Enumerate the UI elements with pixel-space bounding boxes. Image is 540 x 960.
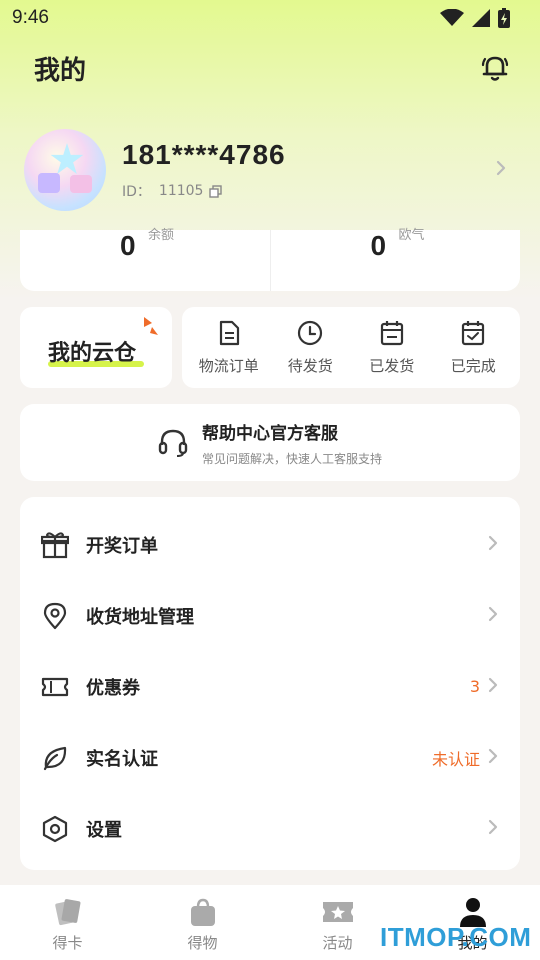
menu-item-address[interactable]: 收货地址管理 <box>20 580 520 651</box>
profile-info: 181****4786 ID： 11105 <box>122 139 496 201</box>
status-icons <box>440 8 510 28</box>
order-label: 物流订单 <box>198 357 259 375</box>
chevron-right-icon <box>488 535 498 555</box>
order-logistics[interactable]: 物流订单 <box>190 319 268 376</box>
luck-stat[interactable]: 0 欧气 <box>269 228 521 291</box>
status-bar: 9:46 <box>0 0 540 36</box>
page-title: 我的 <box>34 55 87 86</box>
user-id-value: 11105 <box>158 183 204 199</box>
order-completed[interactable]: 已完成 <box>434 319 512 376</box>
bag-icon <box>189 896 217 928</box>
menu-item-settings[interactable]: 设置 <box>20 793 520 864</box>
help-title: 帮助中心官方客服 <box>201 423 338 444</box>
orders-card: 物流订单 待发货 已发货 已完成 <box>182 307 520 388</box>
flag-icon <box>142 317 160 341</box>
document-icon <box>218 319 240 347</box>
clock-icon <box>297 319 323 347</box>
luck-label: 欧气 <box>398 228 425 243</box>
calendar-icon <box>380 319 404 347</box>
signal-icon <box>472 9 490 27</box>
header: 我的 <box>0 46 540 90</box>
chevron-right-icon <box>488 819 498 839</box>
luck-value: 0 <box>370 230 387 261</box>
user-phone: 181****4786 <box>122 139 286 170</box>
leaf-icon <box>40 743 70 773</box>
menu-item-prize-orders[interactable]: 开奖订单 <box>20 509 520 580</box>
bell-icon[interactable] <box>480 53 510 83</box>
menu-item-coupons[interactable]: 优惠券 3 <box>20 651 520 722</box>
balance-label: 余额 <box>148 228 175 243</box>
avatar-decoration <box>70 175 92 193</box>
chevron-right-icon <box>488 606 498 626</box>
nav-tab-goods[interactable]: 得物 <box>135 885 270 960</box>
menu-item-label: 设置 <box>86 819 122 841</box>
cloud-warehouse-title: 我的云仓 <box>48 341 137 366</box>
stats-card: 0 余额 0 欧气 <box>20 228 521 291</box>
balance-value: 0 <box>120 230 136 261</box>
nav-label: 得卡 <box>52 934 83 952</box>
chevron-right-icon <box>488 677 498 697</box>
avatar-star-figure <box>50 143 84 174</box>
nav-tab-cards[interactable]: 得卡 <box>0 885 135 960</box>
order-label: 待发货 <box>287 357 333 375</box>
settings-hexagon-icon <box>40 814 70 844</box>
verification-status: 未认证 <box>431 749 480 769</box>
calendar-check-icon <box>461 319 485 347</box>
watermark-logo: ITMOP.COM <box>380 922 532 952</box>
copy-icon[interactable] <box>209 184 223 198</box>
help-text: 帮助中心官方客服 常见问题解决，快速人工客服支持 <box>202 419 382 467</box>
coupon-count: 3 <box>469 677 480 696</box>
ticket-icon <box>40 672 70 702</box>
menu-item-label: 实名认证 <box>86 748 158 770</box>
menu-item-label: 收货地址管理 <box>86 606 194 628</box>
user-id-label: ID： <box>122 184 151 200</box>
menu-list: 开奖订单 收货地址管理 优惠券 3 实名认证 未认证 设置 <box>20 497 520 870</box>
wifi-icon <box>440 9 464 26</box>
cloud-warehouse-card[interactable]: 我的云仓 <box>20 307 172 388</box>
headset-icon <box>158 428 188 458</box>
order-label: 已完成 <box>450 357 496 375</box>
help-subtitle: 常见问题解决，快速人工客服支持 <box>201 451 382 466</box>
nav-label: 活动 <box>322 934 353 952</box>
gift-icon <box>40 530 70 560</box>
order-label: 已发货 <box>369 357 415 375</box>
order-pending[interactable]: 待发货 <box>271 319 349 376</box>
avatar[interactable] <box>24 129 106 211</box>
battery-icon <box>498 8 510 28</box>
nav-label: 得物 <box>187 934 218 952</box>
status-time: 9:46 <box>12 7 49 28</box>
chevron-right-icon <box>488 748 498 768</box>
star-ticket-icon <box>322 896 354 928</box>
menu-item-verification[interactable]: 实名认证 未认证 <box>20 722 520 793</box>
avatar-decoration <box>38 173 60 193</box>
location-pin-icon <box>40 601 70 631</box>
order-shipped[interactable]: 已发货 <box>353 319 431 376</box>
chevron-right-icon[interactable] <box>496 160 506 180</box>
help-center-card[interactable]: 帮助中心官方客服 常见问题解决，快速人工客服支持 <box>20 404 520 481</box>
cards-icon <box>53 896 83 928</box>
menu-item-label: 开奖订单 <box>86 535 158 557</box>
balance-stat[interactable]: 0 余额 <box>20 228 270 291</box>
menu-item-label: 优惠券 <box>86 677 140 699</box>
profile-row[interactable]: 181****4786 ID： 11105 <box>24 128 514 212</box>
user-id-row: ID： 11105 <box>122 181 496 201</box>
